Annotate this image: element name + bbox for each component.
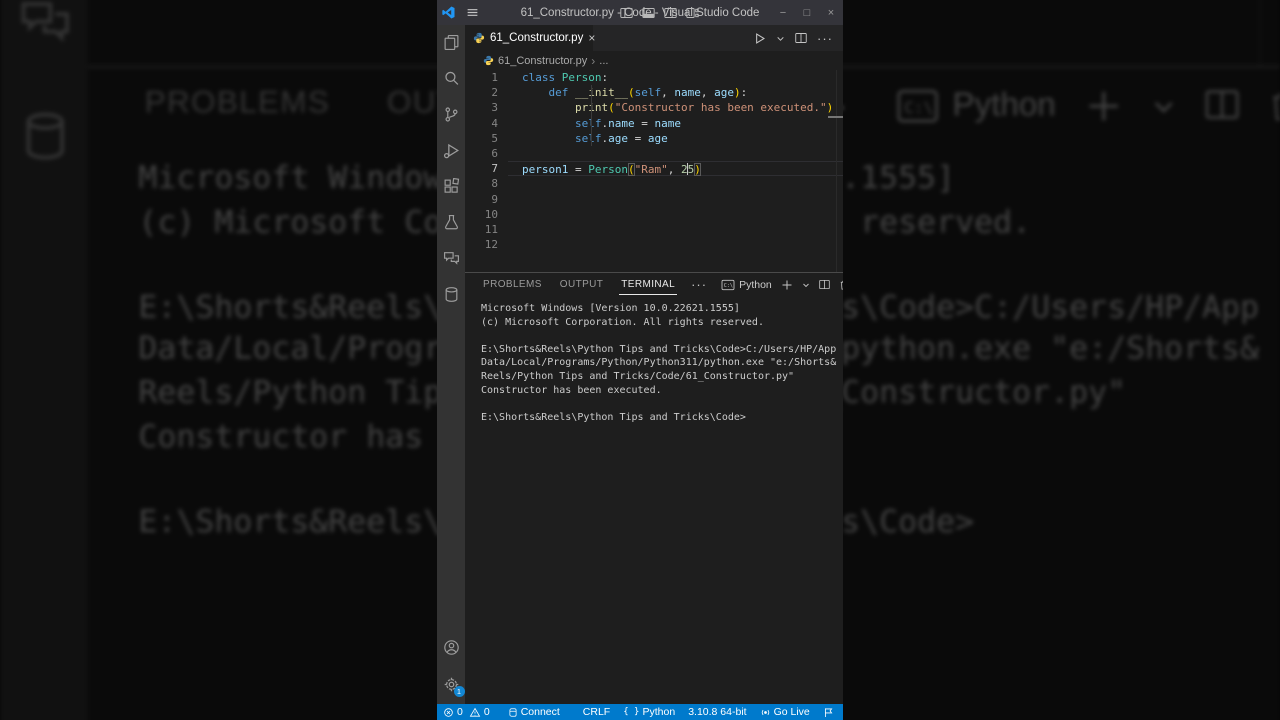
line-number: 9 <box>491 192 498 206</box>
connect-status[interactable]: Connect <box>508 706 560 718</box>
line-number: 4 <box>491 116 498 130</box>
breadcrumb-file[interactable]: 61_Constructor.py <box>498 55 587 67</box>
error-count: 0 <box>457 706 463 718</box>
run-debug-icon[interactable] <box>443 142 460 159</box>
broadcast-icon <box>760 707 771 718</box>
panel-tabs-more-icon[interactable]: ··· <box>691 277 707 292</box>
run-python-file-button[interactable] <box>753 32 766 45</box>
kill-terminal-trash-icon[interactable] <box>839 279 843 291</box>
account-icon[interactable] <box>443 639 460 656</box>
shorts-frame: 61_Constructor.py - Code - Visual Studio… <box>0 0 1280 720</box>
terminal-dropdown-chevron-icon[interactable] <box>802 281 810 289</box>
line-number: 1 <box>491 71 498 84</box>
problems-status[interactable]: 0 0 <box>443 706 490 718</box>
code-line[interactable]: print("Constructor has been executed.") <box>508 100 843 115</box>
explorer-icon[interactable] <box>443 34 460 51</box>
code-line[interactable] <box>508 237 843 252</box>
toggle-sidebar-icon[interactable] <box>620 7 633 19</box>
code-line[interactable]: def __init__(self, name, age): <box>508 85 843 100</box>
overview-ruler[interactable] <box>836 70 837 272</box>
line-number: 11 <box>484 222 498 236</box>
line-number: 2 <box>491 86 498 100</box>
toggle-secondary-sidebar-icon[interactable] <box>664 7 677 19</box>
python-file-icon <box>483 55 494 66</box>
vscode-logo-icon <box>442 6 455 19</box>
language-mode[interactable]: { } Python <box>623 706 675 718</box>
svg-text:C:\: C:\ <box>904 96 933 115</box>
maximize-button[interactable]: □ <box>795 0 819 25</box>
error-icon <box>443 707 454 718</box>
code-lines[interactable]: class Person: def __init__(self, name, a… <box>508 70 843 252</box>
bottom-panel: PROBLEMS OUTPUT TERMINAL ··· C:\ Python <box>465 272 843 704</box>
python-interpreter[interactable]: 3.10.8 64-bit <box>688 706 746 718</box>
run-dropdown-chevron-icon[interactable] <box>776 34 785 43</box>
line-number: 5 <box>491 131 498 145</box>
line-number: 3 <box>491 101 498 115</box>
svg-text:C:\: C:\ <box>724 283 733 289</box>
feedback-flag-icon[interactable] <box>823 707 834 718</box>
source-control-icon[interactable] <box>443 106 460 123</box>
line-number: 8 <box>491 177 498 191</box>
code-line[interactable] <box>508 207 843 222</box>
code-line[interactable] <box>508 192 843 207</box>
code-editor[interactable]: 1 2 3 4 5 6 7 8 9 10 11 12 class Person: def __init… <box>465 70 843 272</box>
gutter: 1 2 3 4 5 6 7 8 9 10 11 12 <box>465 70 508 252</box>
menu-hamburger-icon[interactable] <box>466 6 479 19</box>
line-number: 12 <box>484 238 498 252</box>
breadcrumb-symbol-more[interactable]: ... <box>599 55 608 67</box>
title-bar: 61_Constructor.py - Code - Visual Studio… <box>437 0 843 25</box>
terminal-shell-label: Python <box>739 278 772 291</box>
split-terminal-icon[interactable] <box>819 279 830 290</box>
code-line[interactable] <box>508 222 843 237</box>
new-terminal-icon[interactable] <box>781 279 793 291</box>
code-line[interactable] <box>508 176 843 191</box>
activity-bar: 1 <box>437 25 465 704</box>
terminal-output[interactable]: Microsoft Windows [Version 10.0.22621.15… <box>481 302 843 424</box>
go-live-status[interactable]: Go Live <box>760 706 810 718</box>
code-line[interactable]: self.age = age <box>508 131 843 146</box>
split-editor-icon[interactable] <box>795 32 807 44</box>
line-number: 10 <box>484 207 498 221</box>
warning-count: 0 <box>483 706 490 718</box>
extensions-icon[interactable] <box>443 178 460 195</box>
chat-comments-icon[interactable] <box>443 250 460 267</box>
terminal-cmd-icon: C:\ <box>721 279 735 291</box>
braces-icon: { } <box>623 707 640 717</box>
line-number: 7 <box>491 162 498 176</box>
tab-label: 61_Constructor.py <box>490 32 584 44</box>
tab-terminal[interactable]: TERMINAL <box>619 275 678 295</box>
tab-output[interactable]: OUTPUT <box>558 275 606 294</box>
search-icon[interactable] <box>443 70 460 87</box>
code-line[interactable]: self.name = name <box>508 116 843 131</box>
editor-tab-bar: 61_Constructor.py × ··· <box>465 25 843 51</box>
python-file-icon <box>473 32 485 44</box>
settings-badge: 1 <box>453 686 465 697</box>
tab-problems[interactable]: PROBLEMS <box>481 275 544 294</box>
code-line[interactable]: person1 = Person("Ram", 25) <box>508 161 843 177</box>
close-window-button[interactable]: × <box>819 0 843 25</box>
code-line[interactable]: class Person: <box>508 70 843 85</box>
minimize-button[interactable]: − <box>771 0 795 25</box>
breadcrumb[interactable]: 61_Constructor.py › ... <box>465 51 843 70</box>
indent-guide <box>591 85 592 146</box>
database-icon[interactable] <box>443 286 460 303</box>
overview-ruler-mark <box>828 116 843 118</box>
testing-icon[interactable] <box>443 214 460 231</box>
tab-close-icon[interactable]: × <box>588 32 595 44</box>
code-line[interactable] <box>508 146 843 161</box>
warning-icon <box>469 707 481 718</box>
editor-more-actions-icon[interactable]: ··· <box>817 31 833 46</box>
customize-layout-icon[interactable] <box>686 7 699 19</box>
vscode-window: 61_Constructor.py - Code - Visual Studio… <box>437 0 843 720</box>
settings-gear-icon[interactable]: 1 <box>443 676 465 697</box>
tab-61-constructor[interactable]: 61_Constructor.py × <box>465 25 595 51</box>
eol-indicator[interactable]: CRLF <box>583 706 610 718</box>
line-number: 6 <box>491 146 498 160</box>
toggle-panel-icon[interactable] <box>642 7 655 19</box>
breadcrumb-separator: › <box>591 53 596 68</box>
terminal-shell-item[interactable]: C:\ Python <box>721 279 772 291</box>
connect-icon <box>508 707 518 718</box>
status-bar: 0 0 Connect CRLF { } Python 3.10.8 64-bi… <box>437 704 843 720</box>
